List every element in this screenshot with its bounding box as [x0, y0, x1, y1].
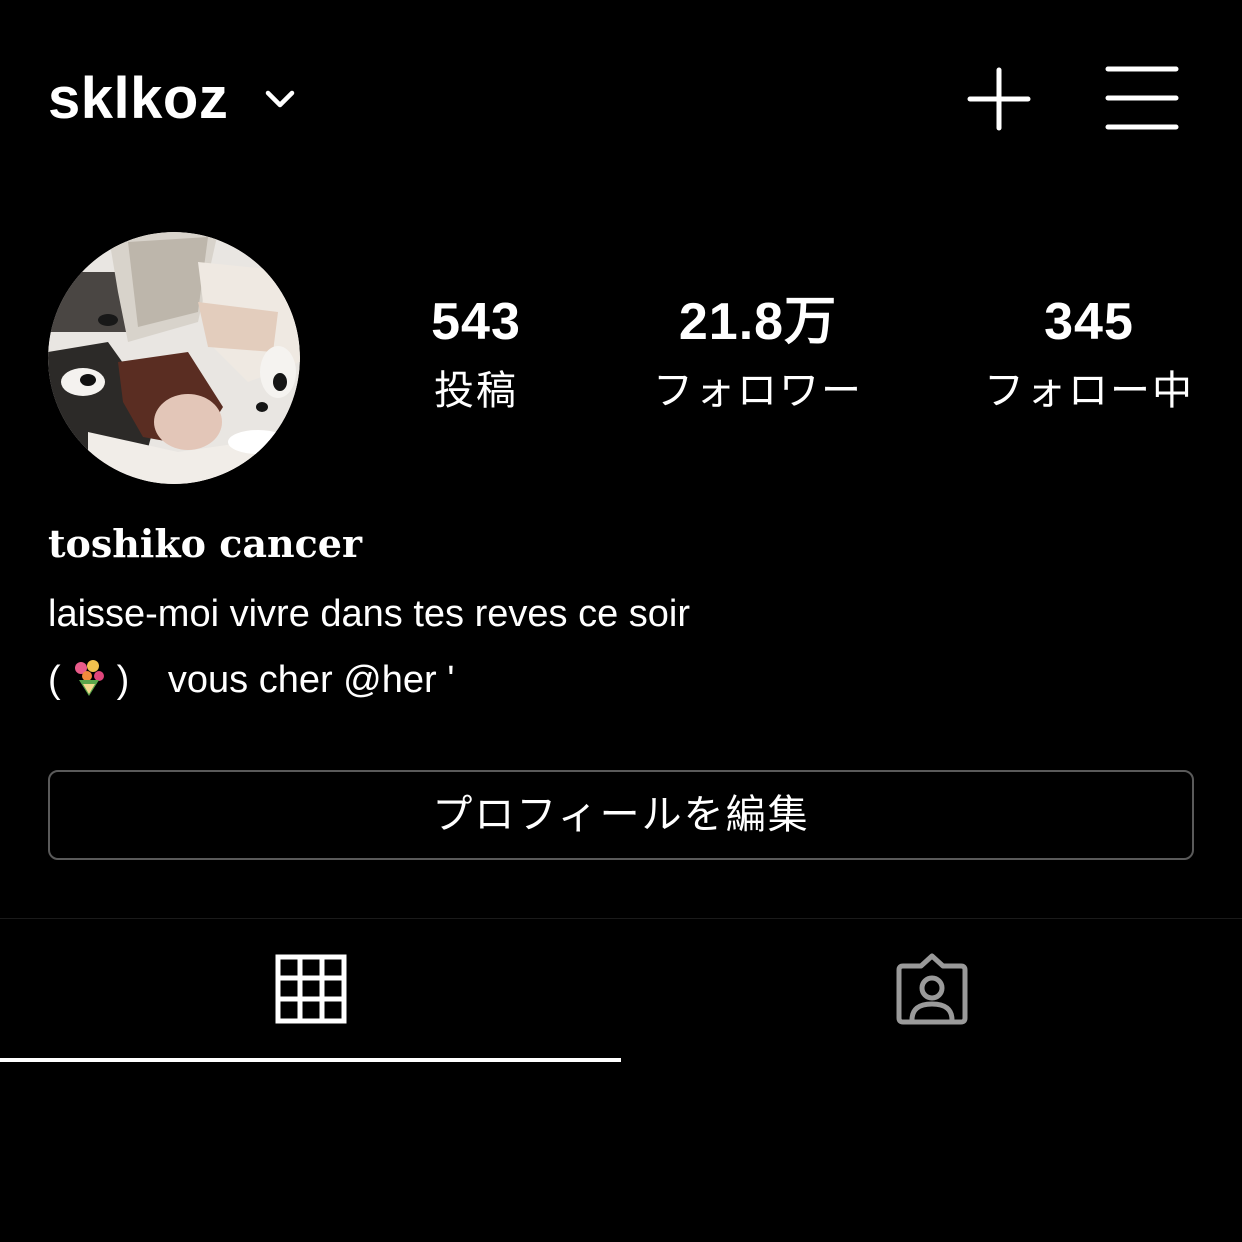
- followers-count: 21.8万: [678, 293, 838, 351]
- hamburger-menu-icon[interactable]: [1104, 64, 1180, 132]
- bio-line-2-text: vous cher @her ': [167, 659, 455, 701]
- stat-posts[interactable]: 543 投稿: [396, 290, 556, 418]
- tab-posts-grid[interactable]: [0, 920, 621, 1062]
- tab-tagged[interactable]: [621, 920, 1242, 1062]
- posts-count: 543: [431, 293, 521, 351]
- bouquet-emoji: [74, 660, 104, 696]
- stat-following[interactable]: 345 フォロー中: [978, 290, 1200, 418]
- plus-icon[interactable]: [966, 66, 1032, 132]
- posts-label: 投稿: [434, 368, 518, 414]
- followers-label: フォロワー: [653, 368, 863, 414]
- edit-profile-button[interactable]: プロフィールを編集: [48, 770, 1194, 860]
- bio-line-1: laisse-moi vivre dans tes reves ce soir: [48, 593, 690, 635]
- username-title[interactable]: sklkoz: [48, 64, 228, 134]
- active-tab-indicator: [0, 1058, 621, 1062]
- bio-paren-open: (: [48, 659, 61, 701]
- following-count: 345: [1044, 293, 1134, 351]
- bio-paren-close: ): [116, 659, 130, 701]
- grid-icon: [275, 954, 347, 1024]
- profile-photo: [48, 232, 300, 484]
- following-label: フォロー中: [984, 368, 1194, 414]
- display-name: toshiko cancer: [48, 521, 362, 566]
- tagged-person-icon: [896, 953, 968, 1025]
- bio-line-2: ( ) vous cher @her ': [48, 656, 455, 704]
- chevron-down-icon[interactable]: [262, 84, 298, 114]
- tabbar-divider: [0, 918, 1242, 919]
- avatar[interactable]: [48, 232, 300, 484]
- profile-header: sklkoz: [0, 0, 1242, 200]
- stat-followers[interactable]: 21.8万 フォロワー: [640, 290, 876, 418]
